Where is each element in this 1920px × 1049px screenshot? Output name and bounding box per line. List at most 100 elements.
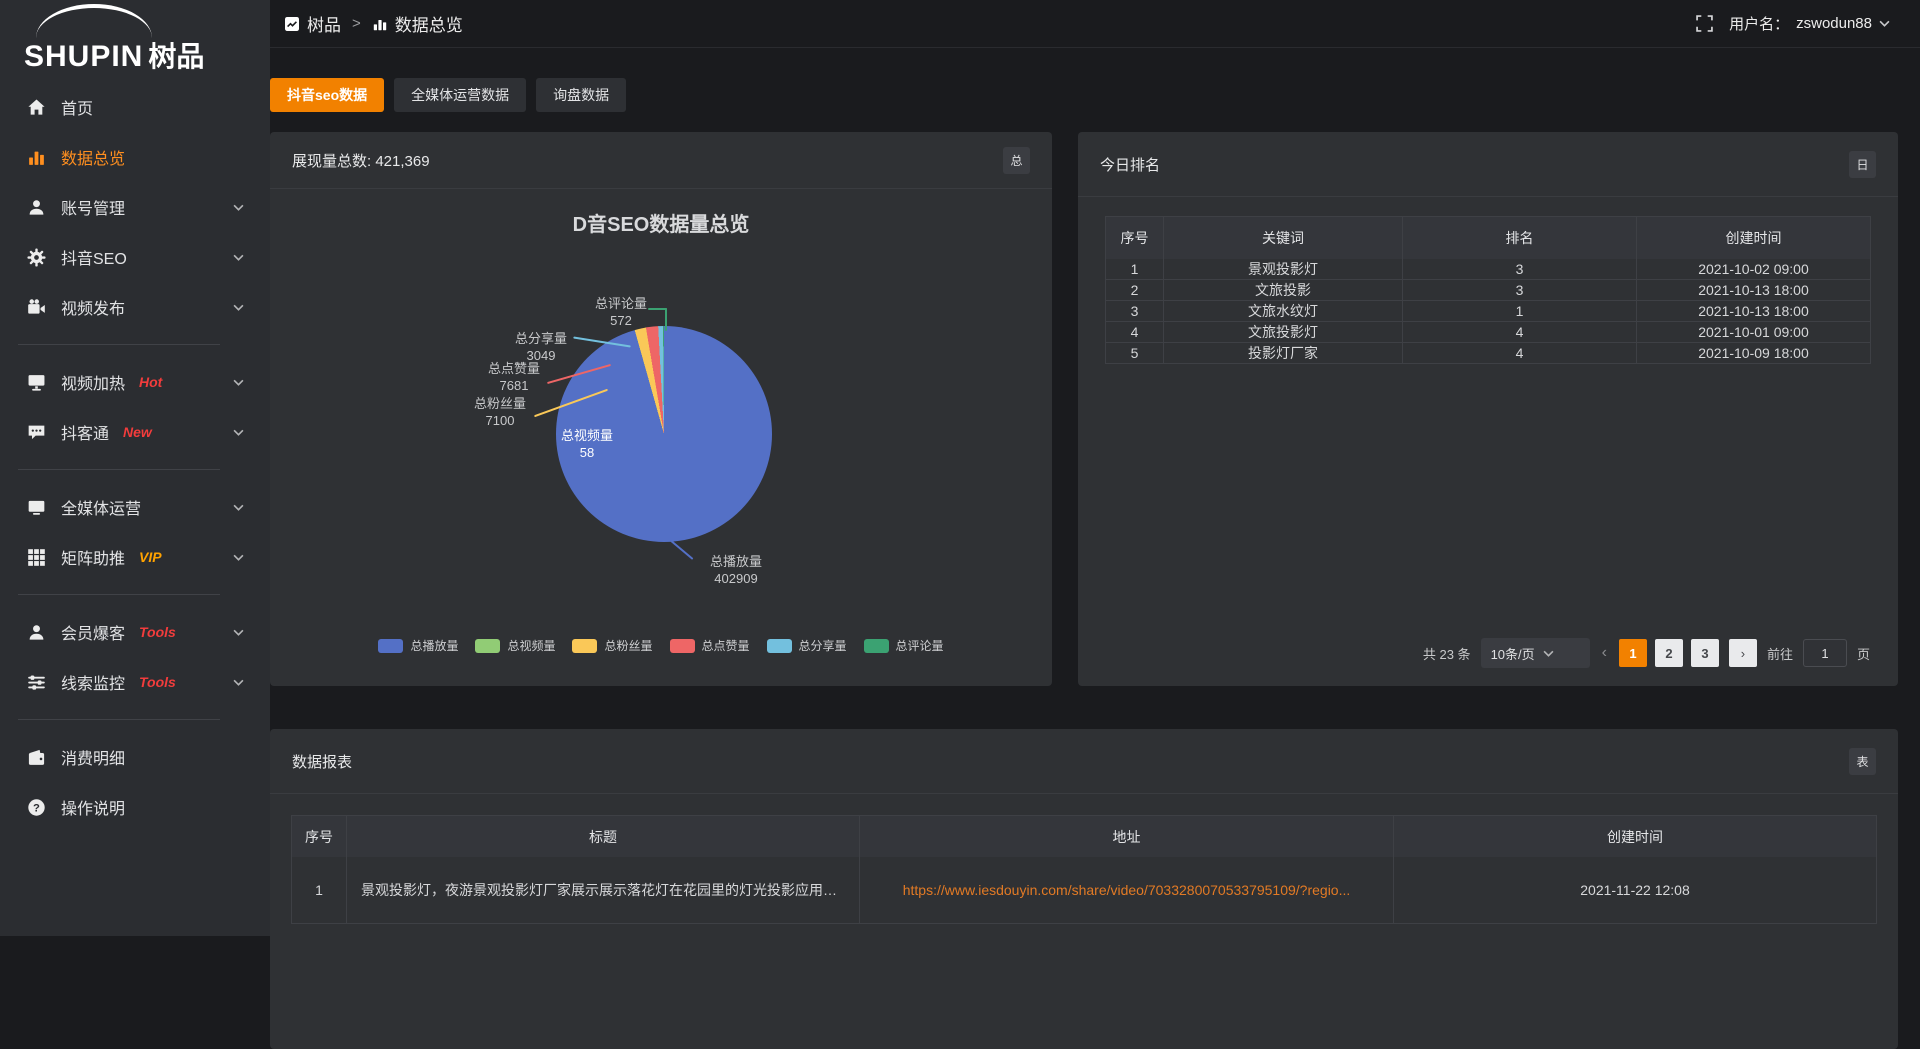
sidebar-item-label: 账号管理 <box>61 195 125 219</box>
sidebar-divider <box>18 344 220 345</box>
sidebar-item[interactable]: 消费明细 <box>0 732 270 782</box>
chevron-down-icon <box>233 304 244 311</box>
wallet-icon <box>27 748 46 767</box>
topbar-right: 用户名：zswodun88 <box>1696 13 1890 34</box>
ranking-table-body: 1 景观投影灯 3 2021-10-02 09:00 2 文旅投影 3 2021… <box>1106 259 1870 363</box>
video-url-link[interactable]: https://www.iesdouyin.com/share/video/70… <box>893 882 1361 898</box>
legend-swatch <box>378 639 403 653</box>
ranking-table: 序号关键词排名创建时间 1 景观投影灯 3 2021-10-02 09:00 2… <box>1105 216 1871 364</box>
column-header: 关键词 <box>1163 217 1402 259</box>
legend-label: 总点赞量 <box>702 637 750 654</box>
panel-report: 数据报表 表 序号标题地址创建时间 1 景观投影灯，夜游景观投影灯厂家展示展示落… <box>270 729 1898 1049</box>
overview-total-button[interactable]: 总 <box>1003 147 1030 174</box>
trend-box-icon <box>284 16 300 32</box>
cell-title: 景观投影灯，夜游景观投影灯厂家展示展示落花灯在花园里的灯光投影应用效果 # <box>346 857 859 923</box>
cell-time: 2021-10-13 18:00 <box>1636 280 1870 300</box>
ranking-title: 今日排名 <box>1100 154 1160 175</box>
legend-item[interactable]: 总播放量 <box>378 637 458 654</box>
page-button-3[interactable]: 3 <box>1691 639 1719 667</box>
legend-item[interactable]: 总评论量 <box>864 637 944 654</box>
sidebar-item-label: 数据总览 <box>61 145 125 169</box>
breadcrumb-item[interactable]: 数据总览 <box>372 11 463 36</box>
logo-arc-decoration <box>36 4 152 38</box>
pie-legend: 总播放量 总视频量 总粉丝量 总点赞量 总分享量 总评论量 <box>270 637 1052 654</box>
legend-item[interactable]: 总点赞量 <box>670 637 750 654</box>
sidebar-item-label: 视频发布 <box>61 295 125 319</box>
tab[interactable]: 全媒体运营数据 <box>394 78 526 112</box>
user-menu[interactable]: 用户名：zswodun88 <box>1729 13 1890 34</box>
sidebar-item-label: 首页 <box>61 95 93 119</box>
sidebar-item-label: 抖客通 <box>61 420 109 444</box>
sidebar-item[interactable]: 抖客通 New <box>0 407 270 457</box>
legend-label: 总视频量 <box>507 637 555 654</box>
next-page-button[interactable]: › <box>1729 639 1757 667</box>
sidebar-divider <box>18 594 220 595</box>
sidebar-item[interactable]: 矩阵助推 VIP <box>0 532 270 582</box>
report-table-button[interactable]: 表 <box>1849 748 1876 775</box>
page-buttons: 123 <box>1619 639 1719 667</box>
page-size-select[interactable]: 10条/页 <box>1481 638 1590 668</box>
fullscreen-icon[interactable] <box>1696 15 1713 32</box>
user-icon <box>27 198 46 217</box>
sidebar-item[interactable]: 抖音SEO <box>0 232 270 282</box>
table-row[interactable]: 2 文旅投影 3 2021-10-13 18:00 <box>1106 279 1870 300</box>
video-camera-icon <box>27 298 46 317</box>
cell-time: 2021-10-13 18:00 <box>1636 301 1870 321</box>
sidebar-menu: 首页 数据总览 账号管理 抖音SEO 视频发布 视频加热 Hot 抖客通 <box>0 82 270 832</box>
sidebar-item-label: 全媒体运营 <box>61 495 141 519</box>
sidebar-item-badge: New <box>123 424 152 440</box>
breadcrumb-label: 树品 <box>307 11 341 36</box>
cell-keyword: 文旅投影灯 <box>1163 322 1402 342</box>
tab[interactable]: 询盘数据 <box>536 78 626 112</box>
legend-swatch <box>670 639 695 653</box>
sidebar-item[interactable]: 账号管理 <box>0 182 270 232</box>
table-row[interactable]: 3 文旅水纹灯 1 2021-10-13 18:00 <box>1106 300 1870 321</box>
grid-icon <box>27 548 46 567</box>
sidebar-item[interactable]: 视频加热 Hot <box>0 357 270 407</box>
user-group-icon <box>27 623 46 642</box>
logo-text-en: SHUPIN <box>24 40 143 74</box>
sidebar-item-badge: VIP <box>139 549 162 565</box>
chat-icon <box>27 423 46 442</box>
ranking-day-button[interactable]: 日 <box>1849 151 1876 178</box>
sidebar-item[interactable]: 视频发布 <box>0 282 270 332</box>
pie-label: 总视频量58 <box>556 427 618 461</box>
breadcrumb-item[interactable]: 树品 <box>284 11 341 36</box>
table-row[interactable]: 1 景观投影灯 3 2021-10-02 09:00 <box>1106 259 1870 279</box>
ranking-table-header: 序号关键词排名创建时间 <box>1106 217 1870 259</box>
cell-index: 3 <box>1106 301 1163 321</box>
pie-label: 总粉丝量7100 <box>463 395 537 429</box>
page-button-2[interactable]: 2 <box>1655 639 1683 667</box>
legend-swatch <box>864 639 889 653</box>
legend-item[interactable]: 总粉丝量 <box>572 637 652 654</box>
sidebar-item-badge: Tools <box>139 624 176 640</box>
cell-rank: 1 <box>1402 301 1636 321</box>
legend-item[interactable]: 总分享量 <box>767 637 847 654</box>
tab[interactable]: 抖音seo数据 <box>270 78 384 112</box>
legend-item[interactable]: 总视频量 <box>475 637 555 654</box>
sidebar-item-label: 线索监控 <box>61 670 125 694</box>
sidebar-item[interactable]: 会员爆客 Tools <box>0 607 270 657</box>
table-row[interactable]: 4 文旅投影灯 4 2021-10-01 09:00 <box>1106 321 1870 342</box>
sidebar-item-label: 抖音SEO <box>61 245 127 269</box>
sidebar-item[interactable]: 全媒体运营 <box>0 482 270 532</box>
monitor-icon <box>27 373 46 392</box>
bars-icon <box>372 16 388 32</box>
cell-time: 2021-10-02 09:00 <box>1636 259 1870 279</box>
sidebar-item-badge: Hot <box>139 374 162 390</box>
table-row[interactable]: 5 投影灯厂家 4 2021-10-09 18:00 <box>1106 342 1870 363</box>
question-icon: ? <box>27 798 46 817</box>
goto-page-input[interactable] <box>1803 639 1847 667</box>
legend-label: 总评论量 <box>896 637 944 654</box>
pie-label: 总评论量572 <box>584 295 658 329</box>
prev-page-button[interactable]: ‹ <box>1600 644 1609 662</box>
table-row[interactable]: 1 景观投影灯，夜游景观投影灯厂家展示展示落花灯在花园里的灯光投影应用效果 # … <box>292 857 1876 923</box>
sidebar-item[interactable]: ? 操作说明 <box>0 782 270 832</box>
cell-time: 2021-11-22 12:08 <box>1393 857 1876 923</box>
sidebar-item-label: 矩阵助推 <box>61 545 125 569</box>
page-button-1[interactable]: 1 <box>1619 639 1647 667</box>
sidebar: SHUPIN 树品 首页 数据总览 账号管理 抖音SEO 视频发布 视频加热 H <box>0 0 270 936</box>
sidebar-item[interactable]: 数据总览 <box>0 132 270 182</box>
sidebar-item[interactable]: 首页 <box>0 82 270 132</box>
sidebar-item[interactable]: 线索监控 Tools <box>0 657 270 707</box>
